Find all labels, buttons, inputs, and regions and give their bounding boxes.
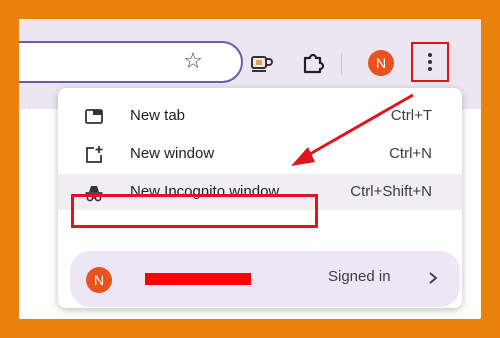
menu-item-shortcut: Ctrl+N (389, 145, 432, 162)
chevron-right-icon (429, 272, 438, 284)
extensions-puzzle-icon[interactable] (300, 50, 326, 76)
new-window-icon (86, 146, 103, 163)
screenshot-panel: ☆ N New tab Ctrl+T New window Ctrl+N New… (19, 19, 481, 319)
profile-card[interactable]: N Signed in (70, 251, 460, 307)
redacted-username (145, 273, 251, 285)
bookmark-star-icon[interactable]: ☆ (181, 50, 205, 74)
signed-in-status: Signed in (328, 268, 391, 285)
menu-item-label: New tab (130, 107, 186, 124)
profile-avatar[interactable]: N (368, 50, 394, 76)
profile-card-avatar: N (86, 267, 112, 293)
address-bar[interactable] (19, 41, 243, 83)
menu-item-new-tab[interactable]: New tab Ctrl+T (58, 98, 462, 134)
coffee-cup-extension-icon[interactable] (248, 50, 274, 76)
menu-item-shortcut: Ctrl+Shift+N (350, 183, 432, 200)
kebab-dot-icon (428, 67, 432, 71)
incognito-highlight-box (71, 194, 318, 228)
kebab-dot-icon (428, 60, 432, 64)
menu-item-new-window[interactable]: New window Ctrl+N (58, 136, 462, 172)
menu-item-label: New window (130, 145, 215, 162)
menu-item-shortcut: Ctrl+T (390, 107, 432, 124)
more-menu-button[interactable] (411, 42, 449, 82)
new-tab-icon (85, 109, 103, 124)
kebab-dot-icon (428, 53, 432, 57)
toolbar-separator (341, 53, 342, 75)
